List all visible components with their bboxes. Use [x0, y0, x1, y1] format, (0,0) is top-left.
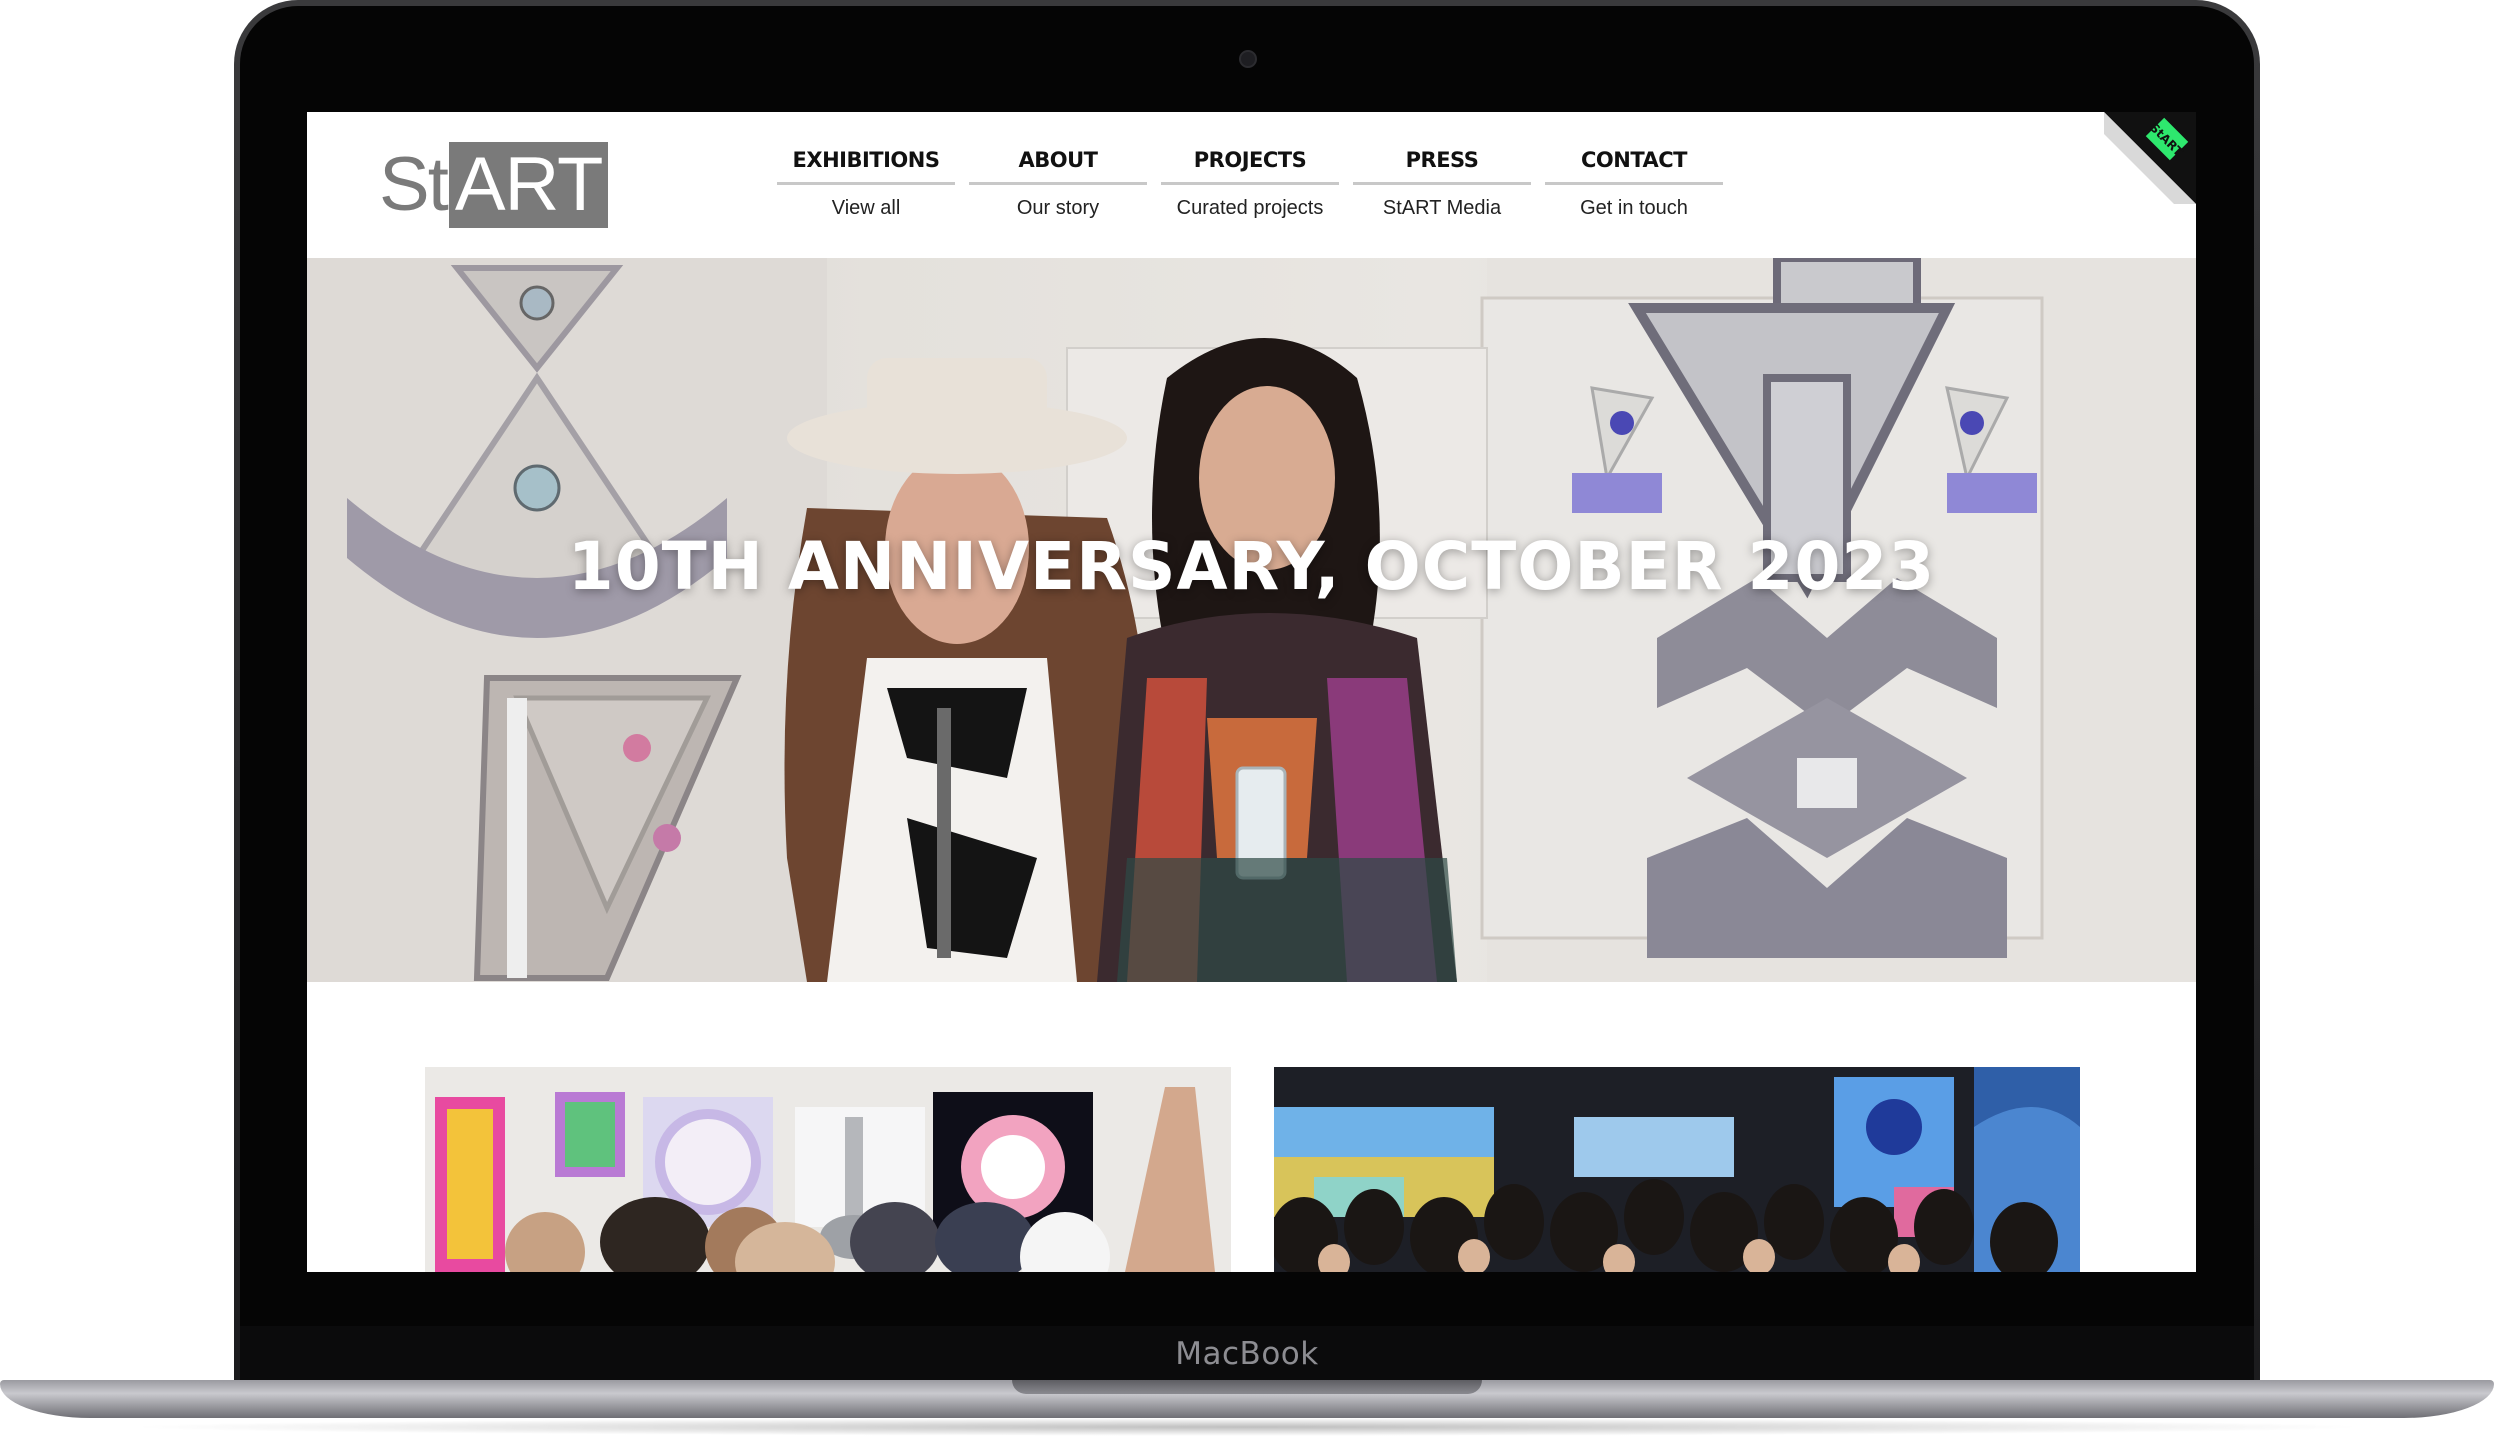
device-brand-label: MacBook	[1175, 1336, 1319, 1372]
hero-banner[interactable]: 10TH ANNIVERSARY, OCTOBER 2023	[307, 258, 2196, 982]
nav-item-about[interactable]: ABOUT Our story	[969, 148, 1147, 220]
nav-title: EXHIBITIONS	[777, 148, 955, 185]
nav-title: CONTACT	[1545, 148, 1723, 185]
nav-subtitle: Our story	[1016, 197, 1100, 219]
laptop-mockup: MacBook St ART EXHIBITIONS View all ABOU…	[0, 0, 2494, 1436]
nav-title: PROJECTS	[1161, 148, 1339, 185]
nav-item-exhibitions[interactable]: EXHIBITIONS View all	[777, 148, 955, 220]
thumbnail-photo	[1274, 1067, 2080, 1272]
hero-photo	[307, 258, 2196, 982]
main-nav: EXHIBITIONS View all ABOUT Our story PRO…	[777, 148, 1723, 220]
thumbnail-crowd-event[interactable]	[1274, 1067, 2080, 1272]
nav-item-press[interactable]: PRESS StART Media	[1353, 148, 1531, 220]
nav-subtitle: View all	[831, 197, 901, 219]
logo-text-st: St	[379, 142, 449, 227]
site-header: St ART EXHIBITIONS View all ABOUT Our st…	[307, 112, 2196, 258]
nav-item-projects[interactable]: PROJECTS Curated projects	[1161, 148, 1339, 220]
nav-title: PRESS	[1353, 148, 1531, 185]
website-screen: St ART EXHIBITIONS View all ABOUT Our st…	[307, 112, 2196, 1272]
nav-subtitle: StART Media	[1382, 197, 1502, 219]
site-logo[interactable]: St ART	[379, 142, 609, 228]
page-corner-badge[interactable]: StART	[2104, 112, 2196, 204]
nav-subtitle: Get in touch	[1580, 197, 1688, 219]
thumbnail-photo	[425, 1067, 1231, 1272]
nav-title: ABOUT	[969, 148, 1147, 185]
camera-icon	[1239, 50, 1257, 68]
nav-subtitle: Curated projects	[1176, 197, 1324, 219]
logo-text-art: ART	[448, 142, 609, 228]
hero-title: 10TH ANNIVERSARY, OCTOBER 2023	[567, 528, 1936, 605]
thumbnail-gallery-opening[interactable]	[425, 1067, 1231, 1272]
nav-item-contact[interactable]: CONTACT Get in touch	[1545, 148, 1723, 220]
laptop-shadow	[120, 1418, 2374, 1436]
laptop-opening-notch	[1012, 1380, 1482, 1394]
